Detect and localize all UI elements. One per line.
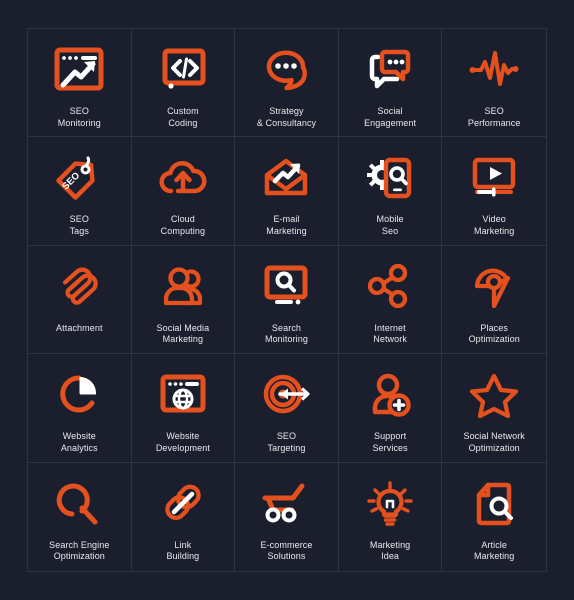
icon-cell-attachment[interactable]: Attachment (28, 245, 132, 355)
double-chat-bubble-icon (362, 43, 418, 97)
icon-grid: SEO Monitoring Custom Coding Strategy & … (27, 28, 547, 572)
icon-label: Website Analytics (60, 431, 98, 453)
icon-cell-mobile-seo[interactable]: Mobile Seo (338, 137, 443, 246)
icon-cell-internet-network[interactable]: Internet Network (338, 245, 443, 355)
document-magnifier-icon (466, 477, 522, 531)
map-pin-places-icon (466, 260, 522, 314)
icon-label: Article Marketing (473, 539, 515, 562)
icon-cell-link-building[interactable]: Link Building (132, 462, 236, 571)
chain-link-icon (155, 477, 211, 531)
icon-label: E-commerce Solutions (260, 539, 313, 562)
share-nodes-icon (362, 260, 418, 314)
icon-label: Strategy & Consultancy (256, 106, 317, 128)
icon-label: Cloud Computing (160, 214, 206, 236)
icon-label: Social Network Optimization (463, 431, 525, 453)
icon-cell-email-marketing[interactable]: E-mail Marketing (235, 137, 339, 246)
code-brackets-window-icon (155, 43, 211, 97)
browser-chart-arrow-icon (51, 43, 107, 97)
icon-cell-social-media-marketing[interactable]: Social Media Marketing (131, 245, 236, 355)
icon-label: Social Media Marketing (156, 322, 210, 345)
icon-cell-article-marketing[interactable]: Article Marketing (442, 463, 546, 571)
icon-label: Mobile Seo (376, 214, 404, 236)
icon-label: Search Monitoring (264, 322, 308, 345)
icon-cell-video-marketing[interactable]: Video Marketing (442, 137, 546, 246)
icon-label: SEO Targeting (267, 431, 306, 453)
icon-cell-support-services[interactable]: Support Services (338, 354, 443, 463)
icon-label: Video Marketing (473, 214, 515, 236)
video-player-play-icon (466, 151, 522, 205)
user-plus-icon (362, 368, 418, 422)
two-users-icon (155, 260, 211, 314)
icon-label: Search Engine Optimization (49, 539, 110, 562)
speech-bubble-dots-icon (258, 43, 314, 97)
icon-cell-places-optimization[interactable]: Places Optimization (442, 246, 546, 355)
icon-cell-strategy-consultancy[interactable]: Strategy & Consultancy (235, 29, 339, 138)
heartbeat-pulse-icon (466, 43, 522, 97)
icon-cell-seo-performance[interactable]: SEO Performance (442, 29, 546, 138)
icon-cell-search-monitoring[interactable]: Search Monitoring (235, 245, 339, 355)
icon-cell-seo-monitoring[interactable]: SEO Monitoring (28, 29, 132, 138)
monitor-magnifier-icon (258, 260, 314, 314)
icon-label: SEO Performance (467, 106, 521, 128)
envelope-growth-arrow-icon (258, 151, 314, 205)
icon-label: SEO Tags (69, 214, 89, 236)
icon-cell-seo-tags[interactable]: SEO SEO Tags (28, 137, 132, 246)
icon-cell-search-engine-optimization[interactable]: Search Engine Optimization (28, 462, 132, 571)
pie-chart-icon (51, 368, 107, 422)
icon-label: Marketing Idea (369, 539, 411, 562)
shopping-cart-icon (258, 477, 314, 531)
cloud-upload-icon (155, 151, 211, 205)
magnifier-icon (51, 477, 107, 531)
icon-label: Places Optimization (468, 322, 520, 345)
icon-label: Link Building (166, 539, 200, 562)
paperclip-icon (51, 260, 107, 314)
icon-cell-seo-targeting[interactable]: SEO Targeting (235, 354, 339, 463)
icon-label: Website Development (155, 431, 210, 453)
icon-label: Attachment (56, 322, 103, 333)
target-arrow-icon (258, 368, 314, 422)
icon-label: SEO Monitoring (57, 106, 101, 128)
phone-gear-search-icon (362, 151, 418, 205)
star-icon (466, 368, 522, 422)
icon-cell-ecommerce-solutions[interactable]: E-commerce Solutions (235, 462, 339, 571)
icon-cell-custom-coding[interactable]: Custom Coding (131, 29, 236, 138)
lightbulb-icon (362, 477, 418, 531)
icon-cell-cloud-computing[interactable]: Cloud Computing (131, 137, 236, 246)
icon-cell-social-engagement[interactable]: Social Engagement (338, 29, 443, 138)
icon-label: Social Engagement (364, 106, 417, 128)
icon-cell-social-network-optimization[interactable]: Social Network Optimization (442, 354, 546, 463)
icon-label: Custom Coding (167, 106, 199, 128)
icon-label: Internet Network (373, 322, 407, 345)
price-tag-seo-icon: SEO (51, 151, 107, 205)
icon-cell-website-analytics[interactable]: Website Analytics (28, 354, 132, 463)
icon-cell-marketing-idea[interactable]: Marketing Idea (339, 462, 443, 571)
icon-label: Support Services (372, 431, 408, 453)
icon-label: E-mail Marketing (266, 214, 307, 236)
browser-globe-icon (155, 368, 211, 422)
icon-cell-website-development[interactable]: Website Development (131, 354, 236, 463)
